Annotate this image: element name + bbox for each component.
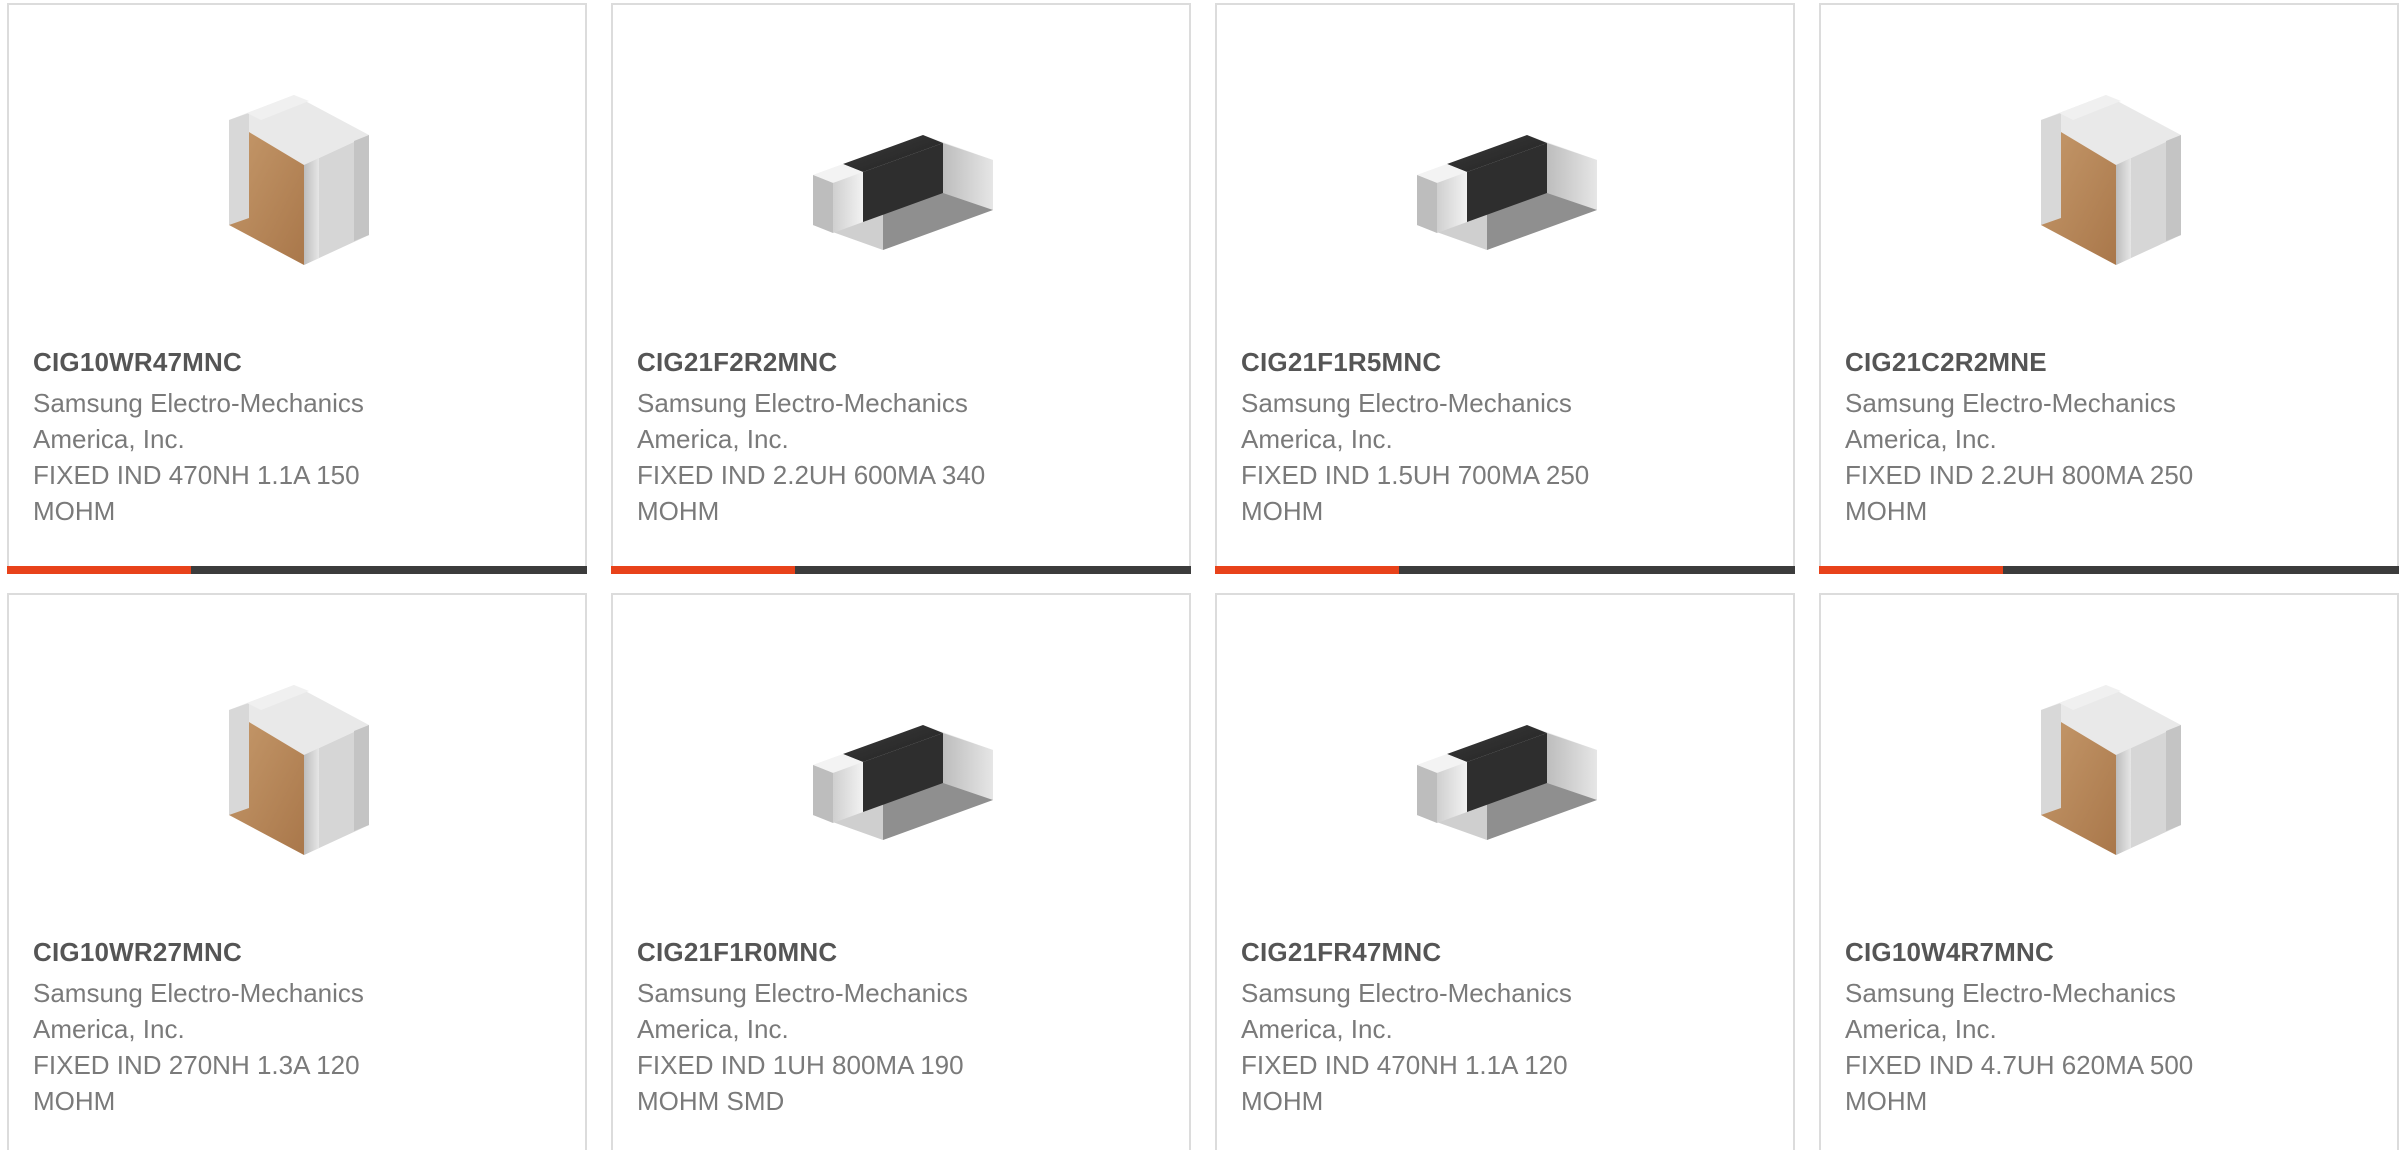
- product-description: Samsung Electro-Mechanics America, Inc. …: [637, 975, 1067, 1119]
- product-description: Samsung Electro-Mechanics America, Inc. …: [33, 975, 463, 1119]
- manufacturer-line: Samsung Electro-Mechanics: [33, 978, 364, 1008]
- part-number[interactable]: CIG10W4R7MNC: [1845, 937, 2054, 968]
- description-line: MOHM: [637, 496, 720, 526]
- card-bottom-bar: [7, 566, 587, 574]
- description-line: MOHM: [33, 496, 116, 526]
- chip-inductor-brown-icon: [2011, 665, 2211, 865]
- manufacturer-line: America, Inc.: [1241, 1014, 1393, 1044]
- manufacturer-line: Samsung Electro-Mechanics: [1845, 388, 2176, 418]
- product-description: Samsung Electro-Mechanics America, Inc. …: [1845, 385, 2275, 529]
- product-card[interactable]: CIG21C2R2MNE Samsung Electro-Mechanics A…: [1819, 3, 2399, 574]
- manufacturer-line: Samsung Electro-Mechanics: [637, 978, 968, 1008]
- card-bottom-bar: [1215, 566, 1795, 574]
- chip-inductor-brown-icon: [199, 665, 399, 865]
- manufacturer-line: America, Inc.: [1845, 424, 1997, 454]
- card-accent-bar: [1819, 566, 2003, 574]
- chip-inductor-brown-icon: [2011, 75, 2211, 275]
- chip-inductor-black-icon: [803, 75, 1003, 275]
- part-number[interactable]: CIG21FR47MNC: [1241, 937, 1441, 968]
- description-line: FIXED IND 1UH 800MA 190: [637, 1050, 964, 1080]
- part-number[interactable]: CIG10WR47MNC: [33, 347, 242, 378]
- description-line: FIXED IND 4.7UH 620MA 500: [1845, 1050, 2194, 1080]
- part-number[interactable]: CIG21F2R2MNC: [637, 347, 837, 378]
- card-accent-bar: [611, 566, 795, 574]
- product-card[interactable]: CIG10WR27MNC Samsung Electro-Mechanics A…: [7, 593, 587, 1150]
- product-description: Samsung Electro-Mechanics America, Inc. …: [1845, 975, 2275, 1119]
- product-card[interactable]: CIG21F1R5MNC Samsung Electro-Mechanics A…: [1215, 3, 1795, 574]
- description-line: FIXED IND 470NH 1.1A 120: [1241, 1050, 1568, 1080]
- card-bottom-bar: [611, 566, 1191, 574]
- card-bottom-bar: [1819, 566, 2399, 574]
- manufacturer-line: America, Inc.: [1845, 1014, 1997, 1044]
- card-accent-bar: [1215, 566, 1399, 574]
- product-description: Samsung Electro-Mechanics America, Inc. …: [637, 385, 1067, 529]
- description-line: FIXED IND 2.2UH 600MA 340: [637, 460, 986, 490]
- description-line: FIXED IND 270NH 1.3A 120: [33, 1050, 360, 1080]
- description-line: MOHM: [1845, 1086, 1928, 1116]
- manufacturer-line: America, Inc.: [637, 424, 789, 454]
- product-card[interactable]: CIG21F2R2MNC Samsung Electro-Mechanics A…: [611, 3, 1191, 574]
- product-card[interactable]: CIG10W4R7MNC Samsung Electro-Mechanics A…: [1819, 593, 2399, 1150]
- manufacturer-line: America, Inc.: [33, 1014, 185, 1044]
- description-line: MOHM: [33, 1086, 116, 1116]
- part-number[interactable]: CIG21F1R0MNC: [637, 937, 837, 968]
- manufacturer-line: Samsung Electro-Mechanics: [1241, 388, 1572, 418]
- description-line: MOHM: [1241, 496, 1324, 526]
- description-line: MOHM: [1845, 496, 1928, 526]
- product-card[interactable]: CIG21F1R0MNC Samsung Electro-Mechanics A…: [611, 593, 1191, 1150]
- part-number[interactable]: CIG21F1R5MNC: [1241, 347, 1441, 378]
- part-number[interactable]: CIG21C2R2MNE: [1845, 347, 2047, 378]
- product-grid: CIG10WR47MNC Samsung Electro-Mechanics A…: [0, 0, 2400, 1150]
- chip-inductor-brown-icon: [199, 75, 399, 275]
- manufacturer-line: Samsung Electro-Mechanics: [637, 388, 968, 418]
- product-description: Samsung Electro-Mechanics America, Inc. …: [33, 385, 463, 529]
- manufacturer-line: America, Inc.: [1241, 424, 1393, 454]
- chip-inductor-black-icon: [1407, 75, 1607, 275]
- description-line: FIXED IND 470NH 1.1A 150: [33, 460, 360, 490]
- part-number[interactable]: CIG10WR27MNC: [33, 937, 242, 968]
- card-accent-bar: [7, 566, 191, 574]
- description-line: FIXED IND 2.2UH 800MA 250: [1845, 460, 2194, 490]
- manufacturer-line: Samsung Electro-Mechanics: [1845, 978, 2176, 1008]
- manufacturer-line: America, Inc.: [637, 1014, 789, 1044]
- manufacturer-line: America, Inc.: [33, 424, 185, 454]
- product-card[interactable]: CIG21FR47MNC Samsung Electro-Mechanics A…: [1215, 593, 1795, 1150]
- product-description: Samsung Electro-Mechanics America, Inc. …: [1241, 975, 1671, 1119]
- product-description: Samsung Electro-Mechanics America, Inc. …: [1241, 385, 1671, 529]
- manufacturer-line: Samsung Electro-Mechanics: [1241, 978, 1572, 1008]
- chip-inductor-black-icon: [803, 665, 1003, 865]
- description-line: MOHM: [1241, 1086, 1324, 1116]
- description-line: MOHM SMD: [637, 1086, 785, 1116]
- manufacturer-line: Samsung Electro-Mechanics: [33, 388, 364, 418]
- description-line: FIXED IND 1.5UH 700MA 250: [1241, 460, 1590, 490]
- product-card[interactable]: CIG10WR47MNC Samsung Electro-Mechanics A…: [7, 3, 587, 574]
- chip-inductor-black-icon: [1407, 665, 1607, 865]
